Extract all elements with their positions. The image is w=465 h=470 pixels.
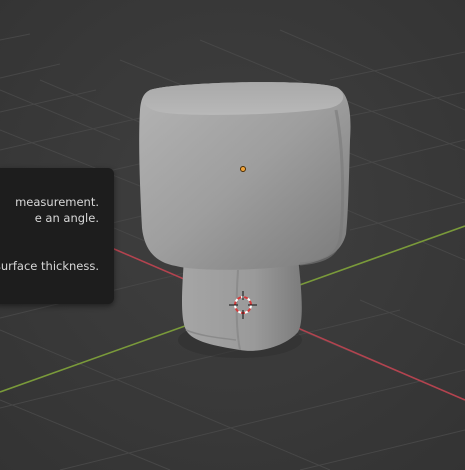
tooltip-line-thickness: re surface thickness. <box>0 259 99 273</box>
mesh-head <box>139 82 351 270</box>
3d-viewport[interactable]: measurement. e an angle. re surface thic… <box>0 0 465 470</box>
tooltip-line-angle: e an angle. <box>34 211 99 225</box>
tooltip-line-measurement: measurement. <box>15 195 99 209</box>
3d-cursor-icon[interactable] <box>229 291 257 319</box>
object-origin-icon <box>240 166 246 172</box>
tool-tooltip: measurement. e an angle. re surface thic… <box>0 168 114 304</box>
